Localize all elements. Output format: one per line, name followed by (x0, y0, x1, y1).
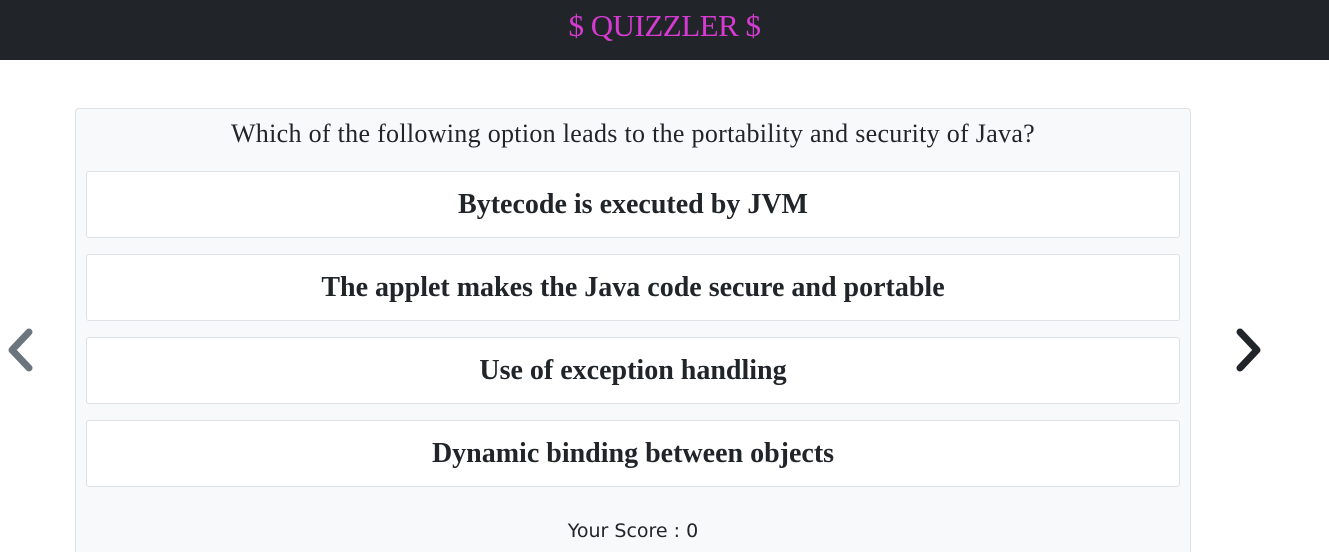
answer-option-2[interactable]: The applet makes the Java code secure an… (86, 254, 1180, 321)
question-text: Which of the following option leads to t… (230, 119, 1036, 148)
previous-question-button[interactable] (0, 325, 40, 375)
score-display: Your Score : 0 (567, 520, 699, 542)
answer-option-1[interactable]: Bytecode is executed by JVM (86, 171, 1180, 238)
chevron-left-icon (8, 328, 33, 372)
chevron-right-icon (1236, 328, 1261, 372)
answer-option-4[interactable]: Dynamic binding between objects (86, 420, 1180, 487)
answer-option-3[interactable]: Use of exception handling (86, 337, 1180, 404)
top-navbar: $ QUIZZLER $ (0, 0, 1329, 60)
quiz-card: Which of the following option leads to t… (75, 108, 1191, 552)
app-title: $ QUIZZLER $ (568, 7, 761, 43)
next-question-button[interactable] (1229, 325, 1269, 375)
